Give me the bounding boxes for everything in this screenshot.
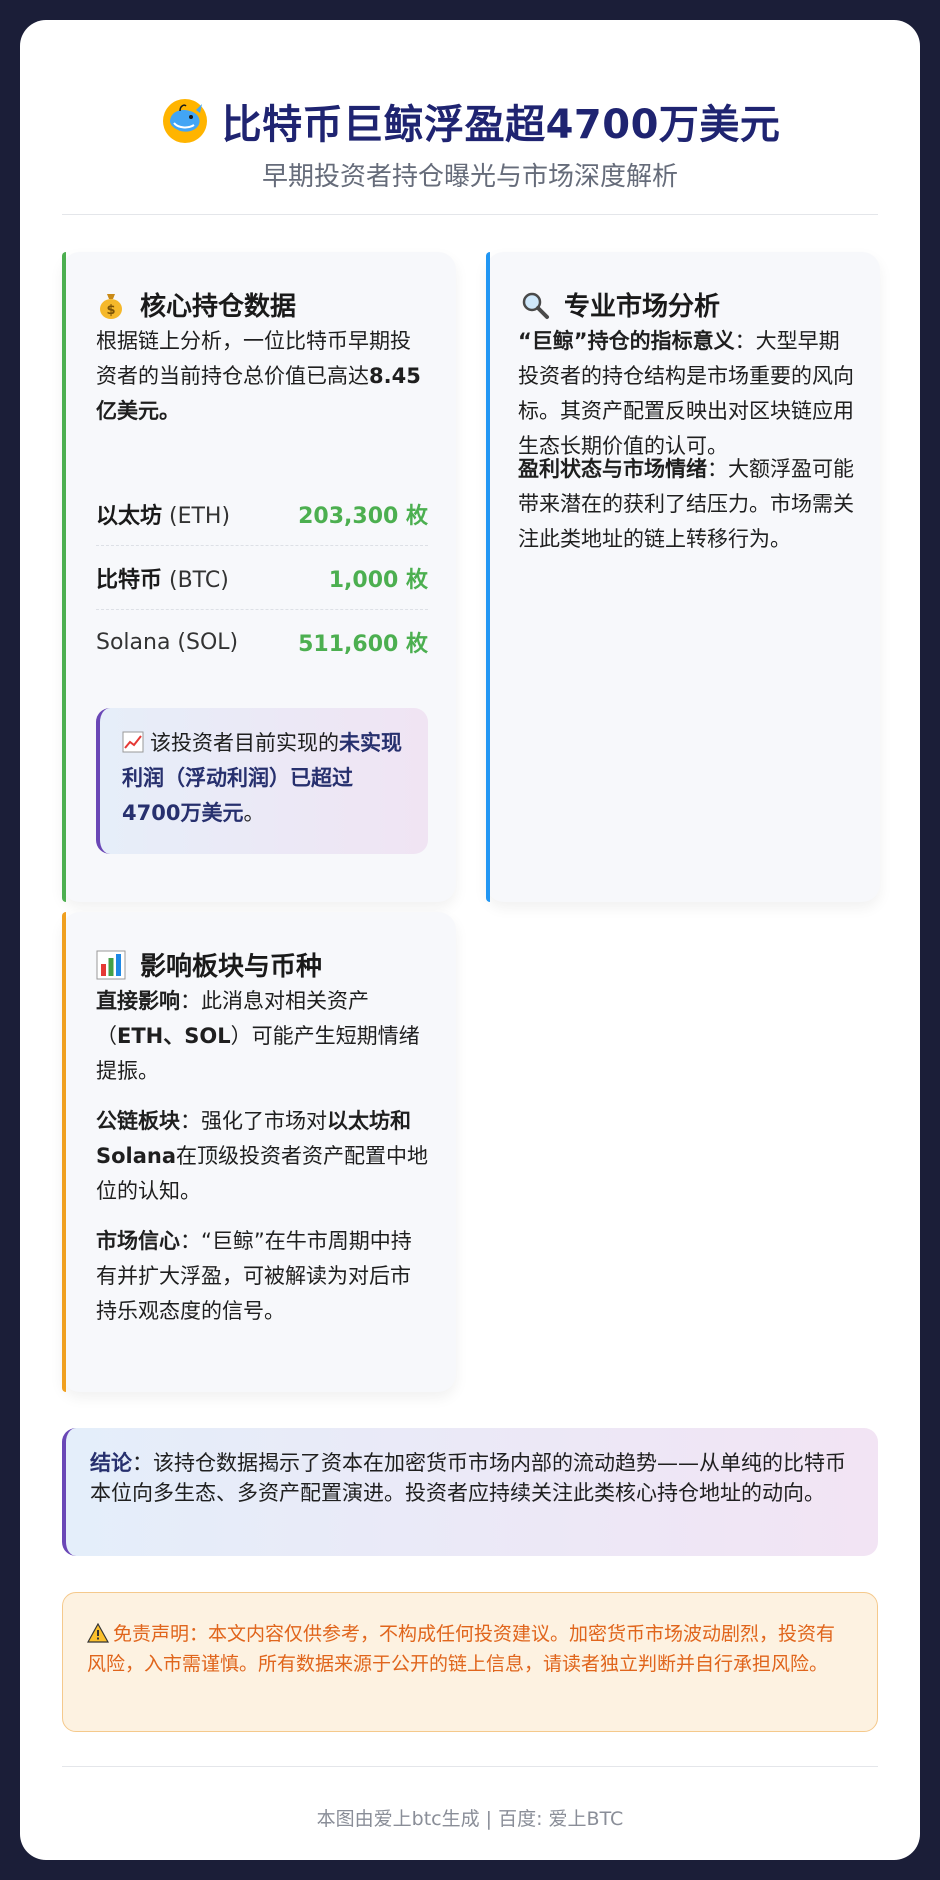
holding-value: 1,000 枚: [328, 567, 428, 593]
svg-text:$: $: [106, 303, 115, 318]
profit-prefix: 该投资者目前实现的: [150, 731, 339, 755]
impact-panel: 影响板块与币种 直接影响：此消息对相关资产（ETH、SOL）可能产生短期情绪提振…: [62, 912, 456, 1392]
money-bag-icon: $: [100, 293, 122, 319]
holding-name-rest: Solana (SOL): [96, 629, 239, 655]
impact-paragraph-1: 直接影响：此消息对相关资产（ETH、SOL）可能产生短期情绪提振。: [96, 984, 430, 1089]
holding-name-bold: 以太坊: [96, 503, 163, 529]
profit-suffix: 。: [243, 801, 265, 825]
page-title: 比特币巨鲸浮盈超4700万美元: [221, 102, 781, 148]
impact-p3-lead: 市场信心: [96, 1229, 180, 1253]
profit-text: 该投资者目前实现的未实现利润（浮动利润）已超过4700万美元。: [122, 726, 406, 831]
analysis-paragraph-2: 盈利状态与市场情绪：大额浮盈可能带来潜在的获利了结压力。市场需关注此类地址的链上…: [518, 452, 854, 557]
holdings-intro: 根据链上分析，一位比特币早期投资者的当前持仓总价值已高达8.45亿美元。: [96, 324, 428, 429]
bar-chart-icon: [96, 950, 126, 979]
magnifier-icon: [522, 292, 549, 319]
analysis-p1-lead: “巨鲸”持仓的指标意义: [518, 329, 735, 353]
holding-name: 比特币 (BTC): [96, 562, 229, 594]
holding-name-rest: (BTC): [162, 567, 229, 593]
title-row: 比特币巨鲸浮盈超4700万美元: [20, 92, 920, 150]
chart-up-icon: [122, 731, 144, 753]
whale-icon: [162, 99, 207, 143]
analysis-p2-lead: 盈利状态与市场情绪: [518, 457, 707, 481]
impact-title-text: 影响板块与币种: [140, 952, 323, 982]
profit-callout: 该投资者目前实现的未实现利润（浮动利润）已超过4700万美元。: [96, 708, 428, 854]
impact-accent-bar: [62, 912, 66, 1392]
holding-name-rest: (ETH): [162, 503, 231, 529]
analysis-panel: 专业市场分析 “巨鲸”持仓的指标意义：大型早期投资者的持仓结构是市场重要的风向标…: [486, 252, 880, 902]
holdings-panel: $ 核心持仓数据 根据链上分析，一位比特币早期投资者的当前持仓总价值已高达8.4…: [62, 252, 456, 902]
holdings-intro-text: 根据链上分析，一位比特币早期投资者的当前持仓总价值已高达: [96, 329, 411, 388]
analysis-panel-title: 专业市场分析: [520, 286, 720, 323]
holding-row-eth: 以太坊 (ETH) 203,300 枚: [96, 482, 428, 546]
analysis-paragraph-1: “巨鲸”持仓的指标意义：大型早期投资者的持仓结构是市场重要的风向标。其资产配置反…: [518, 324, 854, 464]
holdings-panel-title: $ 核心持仓数据: [96, 286, 296, 323]
holding-name: 以太坊 (ETH): [96, 498, 230, 530]
conclusion-text: ：该持仓数据揭示了资本在加密货币市场内部的流动趋势——从单纯的比特币本位向多生态…: [90, 1451, 846, 1505]
impact-p1-lead: 直接影响: [96, 989, 180, 1013]
page-subtitle: 早期投资者持仓曝光与市场深度解析: [261, 162, 678, 192]
main-card: 比特币巨鲸浮盈超4700万美元 早期投资者持仓曝光与市场深度解析 $ 核心持仓数…: [20, 20, 920, 1860]
holdings-accent-bar: [62, 252, 66, 902]
holding-value: 511,600 枚: [298, 632, 428, 657]
holdings-list: 以太坊 (ETH) 203,300 枚 比特币 (BTC) 1,000 枚 So…: [96, 482, 428, 674]
impact-p2-a: ：强化了市场对: [180, 1109, 327, 1133]
disclaimer-text: 免责声明：本文内容仅供参考，不构成任何投资建议。加密货币市场波动剧烈，投资有风险…: [87, 1623, 836, 1675]
holdings-title-text: 核心持仓数据: [140, 292, 297, 322]
holding-name: Solana (SOL): [96, 630, 238, 655]
impact-paragraph-3: 市场信心：“巨鲸”在牛市周期中持有并扩大浮盈，可被解读为对后市持乐观态度的信号。: [96, 1224, 430, 1329]
holding-row-btc: 比特币 (BTC) 1,000 枚: [96, 546, 428, 610]
holding-value: 203,300 枚: [298, 503, 428, 529]
impact-panel-title: 影响板块与币种: [96, 946, 322, 983]
impact-p2-lead: 公链板块: [96, 1109, 180, 1133]
impact-p1-bold: ETH、SOL: [117, 1024, 231, 1048]
analysis-accent-bar: [486, 252, 490, 902]
footer-credit: 本图由爱上btc生成 | 百度: 爱上BTC: [316, 1808, 624, 1830]
impact-paragraph-2: 公链板块：强化了市场对以太坊和Solana在顶级投资者资产配置中地位的认知。: [96, 1104, 430, 1209]
conclusion-lead: 结论: [90, 1451, 132, 1475]
analysis-title-text: 专业市场分析: [564, 292, 721, 322]
footer-divider: [62, 1766, 878, 1767]
disclaimer-box: 免责声明：本文内容仅供参考，不构成任何投资建议。加密货币市场波动剧烈，投资有风险…: [62, 1592, 878, 1732]
conclusion-box: 结论：该持仓数据揭示了资本在加密货币市场内部的流动趋势——从单纯的比特币本位向多…: [62, 1428, 878, 1556]
warning-icon: [86, 1622, 110, 1643]
holding-name-bold: 比特币: [96, 567, 163, 593]
header-divider: [62, 214, 878, 215]
holding-row-sol: Solana (SOL) 511,600 枚: [96, 610, 428, 674]
